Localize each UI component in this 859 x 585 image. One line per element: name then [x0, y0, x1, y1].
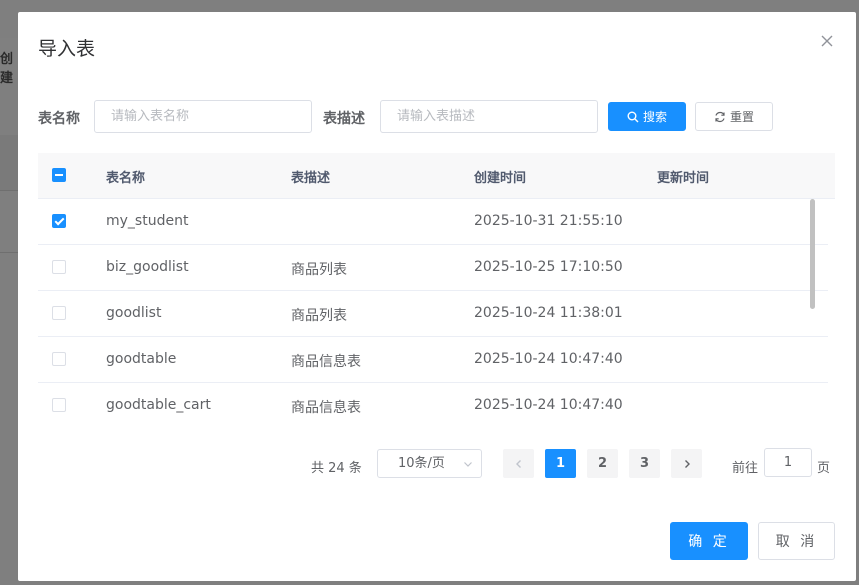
table-desc-label: 表描述: [323, 111, 365, 127]
cell-table-name: goodlist: [106, 305, 162, 321]
cell-table-name: biz_goodlist: [106, 259, 189, 275]
background-divider: [0, 190, 18, 191]
table-list: 表名称 表描述 创建时间 更新时间 my_student 2025-10-31 …: [38, 153, 835, 426]
reset-button[interactable]: 重置: [695, 102, 773, 131]
close-button[interactable]: [818, 32, 836, 50]
cell-table-name: my_student: [106, 213, 189, 229]
column-header-desc[interactable]: 表描述: [291, 167, 330, 186]
page-size-select[interactable]: 10条/页: [377, 449, 482, 478]
goto-page-input[interactable]: [764, 448, 812, 477]
cell-created-time: 2025-10-24 10:47:40: [474, 397, 623, 413]
column-header-name[interactable]: 表名称: [106, 167, 145, 186]
table-row[interactable]: biz_goodlist 商品列表 2025-10-25 17:10:50: [38, 245, 828, 291]
row-checkbox[interactable]: [52, 306, 66, 320]
chevron-down-icon: [464, 462, 472, 467]
table-desc-input[interactable]: [380, 100, 598, 133]
table-row[interactable]: goodtable_cart 商品信息表 2025-10-24 10:47:40: [38, 383, 828, 426]
refresh-icon: [715, 111, 725, 122]
table-scrollbar-track[interactable]: [828, 199, 835, 426]
row-checkbox[interactable]: [52, 352, 66, 366]
column-header-created[interactable]: 创建时间: [474, 167, 526, 186]
select-all-checkbox[interactable]: [52, 168, 66, 182]
cell-created-time: 2025-10-24 10:47:40: [474, 351, 623, 367]
cell-created-time: 2025-10-25 17:10:50: [474, 259, 623, 275]
cell-table-desc: 商品信息表: [291, 400, 361, 416]
chevron-right-icon: [684, 459, 690, 468]
close-icon: [821, 35, 833, 47]
next-page-button[interactable]: [671, 449, 702, 478]
cancel-button[interactable]: 取 消: [758, 522, 835, 560]
background-toolbar: 创建: [0, 38, 18, 86]
search-button[interactable]: 搜索: [608, 102, 686, 131]
cell-created-time: 2025-10-31 21:55:10: [474, 213, 623, 229]
confirm-button[interactable]: 确 定: [670, 522, 748, 560]
table-name-input[interactable]: [94, 100, 312, 133]
cell-table-desc: 商品信息表: [291, 354, 361, 370]
column-header-updated[interactable]: 更新时间: [657, 167, 709, 186]
page-button-2[interactable]: 2: [587, 449, 618, 478]
cell-table-name: goodtable: [106, 351, 177, 367]
table-row[interactable]: goodtable 商品信息表 2025-10-24 10:47:40: [38, 337, 828, 383]
import-table-dialog: 导入表 表名称 表描述 搜索 重置 表名称 表描述 创建时间 更新时间: [18, 12, 856, 581]
background-divider: [0, 252, 18, 253]
cell-table-desc: 商品列表: [291, 308, 347, 324]
background-text: 创建: [0, 52, 14, 86]
dialog-title: 导入表: [38, 38, 96, 60]
pagination-total: 共 24 条: [311, 461, 362, 476]
table-body: my_student 2025-10-31 21:55:10 biz_goodl…: [38, 199, 828, 426]
page-button-3[interactable]: 3: [629, 449, 660, 478]
row-checkbox[interactable]: [52, 398, 66, 412]
cell-table-desc: 商品列表: [291, 262, 347, 278]
cell-created-time: 2025-10-24 11:38:01: [474, 305, 623, 321]
page-size-value: 10条/页: [398, 456, 445, 471]
prev-page-button[interactable]: [503, 449, 534, 478]
search-icon: [627, 111, 639, 122]
goto-label: 前往: [732, 461, 759, 476]
page-button-1[interactable]: 1: [545, 449, 576, 478]
table-scrollbar-thumb[interactable]: [810, 199, 815, 309]
cell-table-name: goodtable_cart: [106, 397, 211, 413]
background-table-header: [0, 135, 18, 190]
row-checkbox[interactable]: [52, 260, 66, 274]
table-row[interactable]: my_student 2025-10-31 21:55:10: [38, 199, 828, 245]
table-header: 表名称 表描述 创建时间 更新时间: [38, 153, 835, 199]
search-button-label: 搜索: [642, 110, 667, 124]
chevron-left-icon: [515, 459, 521, 468]
table-row[interactable]: goodlist 商品列表 2025-10-24 11:38:01: [38, 291, 828, 337]
reset-button-label: 重置: [729, 110, 754, 124]
row-checkbox[interactable]: [52, 214, 66, 228]
page-unit-label: 页: [817, 461, 831, 476]
table-name-label: 表名称: [38, 111, 80, 127]
